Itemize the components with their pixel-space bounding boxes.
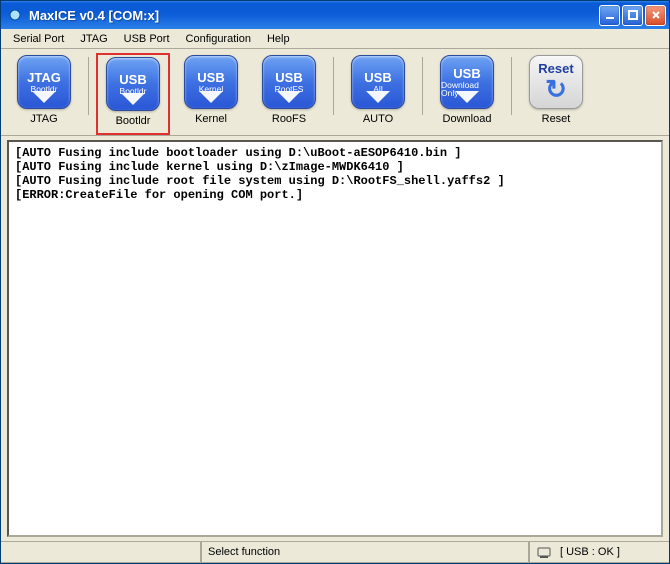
chevron-down-icon (275, 89, 303, 105)
menu-help[interactable]: Help (259, 31, 298, 47)
tool-caption: Bootldr (116, 115, 151, 131)
window-title: MaxICE v0.4 [COM:x] (29, 8, 159, 23)
tool-auto: USBAll AUTO (341, 53, 415, 135)
toolbar-separator (88, 57, 89, 115)
menu-configuration[interactable]: Configuration (178, 31, 259, 47)
usb-status-icon (536, 545, 554, 559)
tool-button-label: USB (453, 67, 480, 80)
tool-button-reset[interactable]: Reset↻ (529, 55, 583, 109)
toolbar-separator (422, 57, 423, 115)
maximize-button[interactable] (622, 5, 643, 26)
app-icon (7, 7, 23, 23)
close-button[interactable] (645, 5, 666, 26)
status-usb-text: [ USB : OK ] (560, 546, 620, 558)
tool-button-label: JTAG (27, 71, 61, 84)
tool-button-download[interactable]: USBDownload Only (440, 55, 494, 109)
minimize-button[interactable] (599, 5, 620, 26)
console-output[interactable]: [AUTO Fusing include bootloader using D:… (7, 140, 663, 537)
minimize-icon (605, 10, 615, 20)
tool-button-auto[interactable]: USBAll (351, 55, 405, 109)
tool-button-kernel[interactable]: USBKernel (184, 55, 238, 109)
toolbar-separator (511, 57, 512, 115)
chevron-down-icon (30, 89, 58, 105)
menubar: Serial Port JTAG USB Port Configuration … (1, 29, 669, 49)
tool-roofs: USBRootFS RooFS (252, 53, 326, 135)
tool-button-label: USB (197, 71, 224, 84)
chevron-down-icon (453, 89, 481, 105)
console-panel: [AUTO Fusing include bootloader using D:… (1, 136, 669, 541)
reset-icon: ↻ (545, 76, 567, 102)
tool-caption: Reset (542, 113, 571, 129)
menu-usb-port[interactable]: USB Port (116, 31, 178, 47)
close-icon (651, 10, 661, 20)
toolbar-separator (333, 57, 334, 115)
tool-button-bootldr[interactable]: USBBootldr (106, 57, 160, 111)
tool-caption: JTAG (30, 113, 57, 129)
chevron-down-icon (119, 91, 147, 107)
menu-serial-port[interactable]: Serial Port (5, 31, 72, 47)
tool-caption: Download (443, 113, 492, 129)
titlebar: MaxICE v0.4 [COM:x] (1, 1, 669, 29)
tool-button-jtag[interactable]: JTAGBootldr (17, 55, 71, 109)
statusbar: Select function [ USB : OK ] (1, 541, 669, 563)
status-panel-right: [ USB : OK ] (529, 542, 669, 563)
tool-caption: RooFS (272, 113, 306, 129)
app-window: MaxICE v0.4 [COM:x] Serial Port JTAG USB… (0, 0, 670, 564)
status-panel-left (1, 542, 201, 563)
tool-button-label: USB (364, 71, 391, 84)
tool-reset: Reset↻ Reset (519, 53, 593, 135)
chevron-down-icon (197, 89, 225, 105)
maximize-icon (628, 10, 638, 20)
tool-caption: Kernel (195, 113, 227, 129)
tool-download: USBDownload Only Download (430, 53, 504, 135)
tool-button-label: USB (119, 73, 146, 86)
menu-jtag[interactable]: JTAG (72, 31, 115, 47)
tool-bootldr: USBBootldr Bootldr (96, 53, 170, 135)
tool-jtag: JTAGBootldrJTAG (7, 53, 81, 135)
toolbar: JTAGBootldrJTAG USBBootldrBootldr USBKer… (1, 49, 669, 136)
tool-caption: AUTO (363, 113, 393, 129)
status-panel-center: Select function (201, 542, 529, 563)
tool-button-roofs[interactable]: USBRootFS (262, 55, 316, 109)
chevron-down-icon (364, 89, 392, 105)
tool-kernel: USBKernel Kernel (174, 53, 248, 135)
tool-button-label: USB (275, 71, 302, 84)
